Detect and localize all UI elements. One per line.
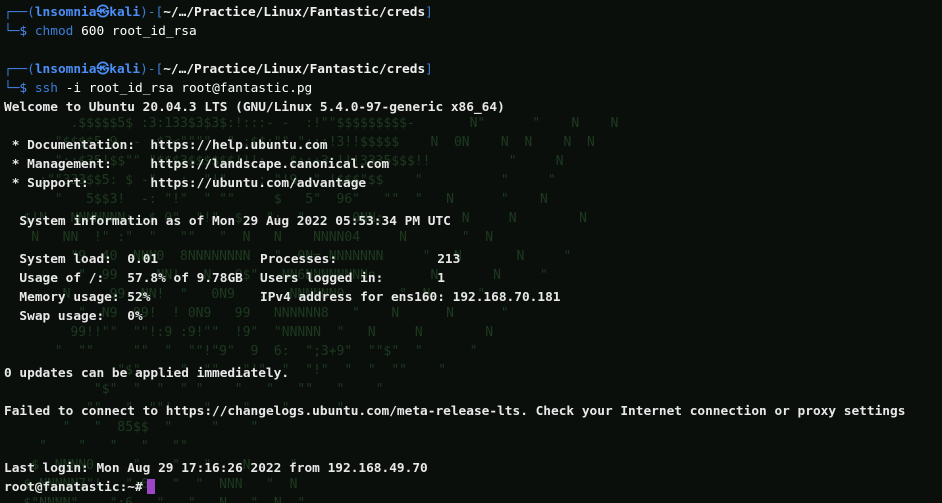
doc-link[interactable]: https://help.ubuntu.com — [150, 138, 327, 153]
doc-link-row: * Documentation: https://help.ubuntu.com — [4, 138, 328, 153]
prompt-host: kali — [109, 5, 141, 20]
prompt-header: ┌──(lnsomnia㉿kali)-[~/…/Practice/Linux/F… — [4, 5, 433, 20]
terminal[interactable]: ┌──(lnsomnia㉿kali)-[~/…/Practice/Linux/F… — [4, 3, 942, 503]
prompt-user: lnsomnia — [34, 5, 97, 20]
prompt-header: ┌──(lnsomnia㉿kali)-[~/…/Practice/Linux/F… — [4, 62, 433, 77]
updates-message: 0 updates can be applied immediately. — [4, 366, 290, 381]
mgmt-link[interactable]: https://landscape.canonical.com — [150, 157, 389, 172]
sysinfo-row: System load: 0.01 Processes: 213 — [4, 252, 461, 267]
shell-prompt[interactable]: root@fanatastic:~# — [4, 478, 942, 497]
sysinfo-row: Swap usage: 0% — [4, 309, 143, 324]
command-line: └─$ ssh -i root_id_rsa root@fantastic.pg — [4, 81, 313, 96]
command-line: └─$ chmod 600 root_id_rsa — [4, 24, 197, 39]
support-link-row: * Support: https://ubuntu.com/advantage — [4, 176, 367, 191]
last-login: Last login: Mon Aug 29 17:16:26 2022 fro… — [4, 461, 428, 476]
mgmt-link-row: * Management: https://landscape.canonica… — [4, 157, 390, 172]
prompt-path: ~/…/Practice/Linux/Fantastic/creds — [163, 5, 426, 20]
support-link[interactable]: https://ubuntu.com/advantage — [150, 176, 366, 191]
sysinfo-header: System information as of Mon 29 Aug 2022… — [4, 214, 451, 229]
welcome-message: Welcome to Ubuntu 20.04.3 LTS (GNU/Linux… — [4, 100, 505, 115]
command-name: chmod — [34, 24, 74, 39]
sysinfo-row: Memory usage: 52% IPv4 address for ens160… — [4, 290, 561, 305]
root-prompt: root@fanatastic:~# — [4, 480, 143, 495]
command-args: 600 root_id_rsa — [81, 24, 197, 39]
sysinfo-row: Usage of /: 57.8% of 9.78GB Users logged … — [4, 271, 445, 286]
cursor — [146, 479, 155, 494]
command-name: ssh — [34, 81, 58, 96]
failed-message: Failed to connect to https://changelogs.… — [4, 404, 906, 419]
command-args: -i root_id_rsa root@fantastic.pg — [65, 81, 313, 96]
